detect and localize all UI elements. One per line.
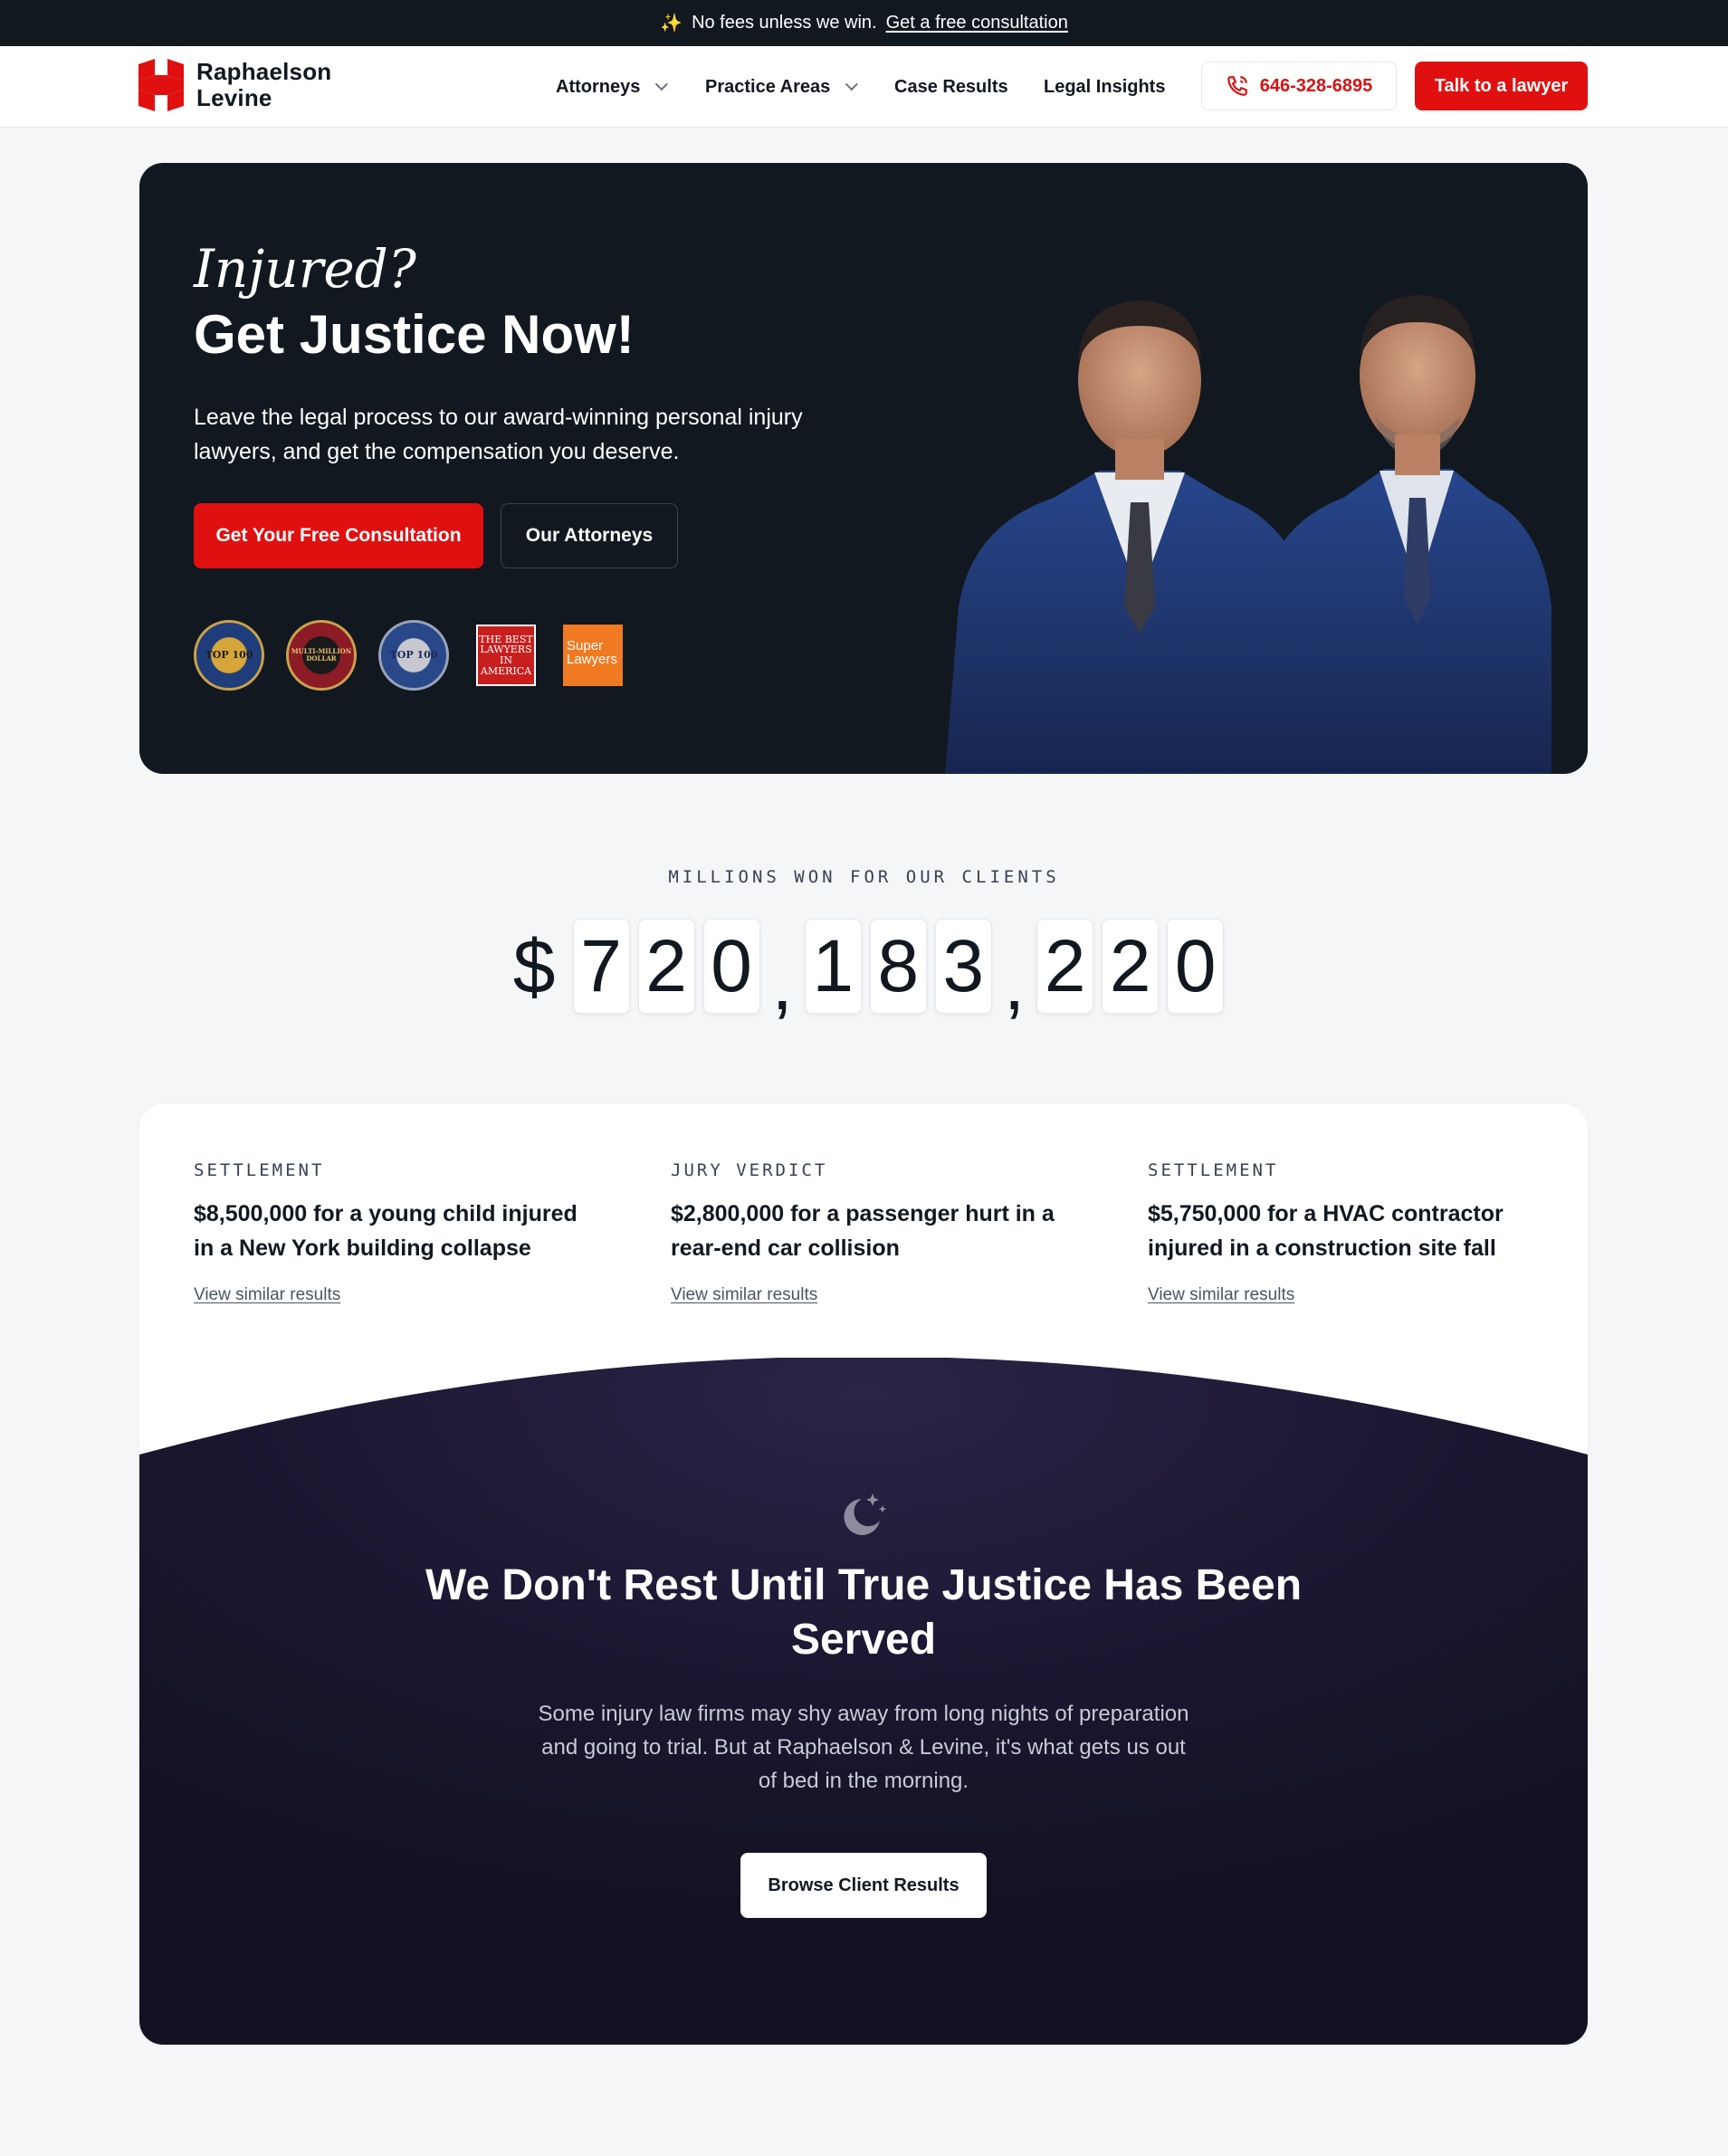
free-consultation-button[interactable]: Get Your Free Consultation: [194, 503, 483, 568]
logo-mark-icon: [138, 59, 184, 111]
currency-symbol: $: [512, 923, 556, 1009]
counter-digit: 1: [804, 919, 862, 1014]
result-title: $2,800,000 for a passenger hurt in a rea…: [671, 1201, 1055, 1261]
attorneys-photo: [945, 295, 1551, 774]
result-type: SETTLEMENT: [194, 1160, 325, 1180]
counter-label: MILLIONS WON FOR OUR CLIENTS: [668, 867, 1060, 887]
counter-digit: 3: [934, 919, 992, 1014]
hero-kicker: Injured?: [194, 238, 416, 300]
sparkle-icon: ✨: [660, 14, 683, 33]
national-trial-lawyers-badge: TOP 100: [194, 620, 264, 691]
main-nav: Raphaelson Levine Attorneys Practice Are…: [0, 46, 1728, 128]
result-title: $5,750,000 for a HVAC contractor injured…: [1148, 1201, 1504, 1261]
super-lawyers-badge: Super Lawyers: [563, 625, 623, 686]
announcement-bar: ✨ No fees unless we win. Get a free cons…: [0, 0, 1728, 46]
nav-item-practice-areas[interactable]: Practice Areas: [705, 76, 859, 98]
nav-item-legal-insights[interactable]: Legal Insights: [1044, 77, 1165, 98]
nav-item-label: Case Results: [894, 76, 1008, 97]
hero-section: Injured? Get Justice Now! Leave the lega…: [139, 163, 1588, 774]
result-item: JURY VERDICT $2,800,000 for a passenger …: [671, 1160, 1069, 1305]
announcement-text: No fees unless we win.: [692, 13, 877, 33]
hero-lede: Leave the legal process to our award-win…: [194, 405, 803, 464]
counter-digit: 8: [869, 919, 927, 1014]
result-type: JURY VERDICT: [671, 1160, 828, 1180]
view-similar-results-link[interactable]: View similar results: [671, 1285, 817, 1305]
counter-digit: 0: [702, 919, 760, 1014]
nav-item-label: Attorneys: [556, 76, 641, 97]
free-consultation-link[interactable]: Get a free consultation: [886, 13, 1068, 33]
result-type: SETTLEMENT: [1148, 1160, 1279, 1180]
phone-icon: [1227, 76, 1247, 96]
logo[interactable]: Raphaelson Levine: [138, 59, 331, 111]
chevron-down-icon: [845, 78, 859, 91]
mission-section: We Don't Rest Until True Justice Has Bee…: [139, 1358, 1588, 2045]
counter-digit: 2: [1102, 919, 1160, 1014]
phone-number: 646-328-6895: [1259, 75, 1373, 96]
counter-digit: 2: [1036, 919, 1094, 1014]
americas-top-attorneys-badge: TOP 100: [378, 620, 449, 691]
moon-stars-icon: [844, 1493, 887, 1535]
view-similar-results-link[interactable]: View similar results: [1148, 1285, 1294, 1305]
nav-item-label: Legal Insights: [1044, 76, 1166, 97]
best-lawyers-badge: THE BEST LAWYERS IN AMERICA: [476, 625, 536, 686]
counter-separator: ,: [1003, 940, 1026, 1026]
our-attorneys-button[interactable]: Our Attorneys: [501, 503, 678, 568]
view-similar-results-link[interactable]: View similar results: [194, 1285, 340, 1305]
multi-million-dollar-badge: MULTI-MILLION DOLLAR: [286, 620, 357, 691]
talk-to-lawyer-button[interactable]: Talk to a lawyer: [1415, 62, 1588, 110]
counter-digit: 7: [572, 919, 630, 1014]
result-item: SETTLEMENT $5,750,000 for a HVAC contrac…: [1148, 1160, 1546, 1305]
brand-line-2: Levine: [196, 84, 272, 111]
nav-item-attorneys[interactable]: Attorneys: [556, 76, 669, 98]
award-badges: TOP 100 MULTI-MILLION DOLLAR TOP 100 THE…: [194, 620, 623, 691]
browse-client-results-button[interactable]: Browse Client Results: [740, 1853, 987, 1918]
results-card: SETTLEMENT $8,500,000 for a young child …: [139, 1104, 1588, 2045]
millions-won-counter: $ 7 2 0 , 1 8 3 , 2 2 0: [0, 919, 1728, 1021]
result-title: $8,500,000 for a young child injured in …: [194, 1201, 578, 1261]
hero-headline: Get Justice Now!: [194, 304, 635, 365]
mission-heading: We Don't Rest Until True Justice Has Bee…: [425, 1561, 1303, 1664]
phone-button[interactable]: 646-328-6895: [1201, 62, 1397, 110]
counter-digit: 2: [637, 919, 695, 1014]
result-item: SETTLEMENT $8,500,000 for a young child …: [194, 1160, 592, 1305]
mission-body: Some injury law firms may shy away from …: [538, 1702, 1189, 1793]
brand-line-1: Raphaelson: [196, 58, 332, 85]
nav-item-label: Practice Areas: [705, 76, 831, 97]
nav-item-case-results[interactable]: Case Results: [894, 77, 1008, 98]
counter-digit: 0: [1167, 919, 1225, 1014]
counter-separator: ,: [771, 940, 793, 1026]
chevron-down-icon: [655, 78, 669, 91]
